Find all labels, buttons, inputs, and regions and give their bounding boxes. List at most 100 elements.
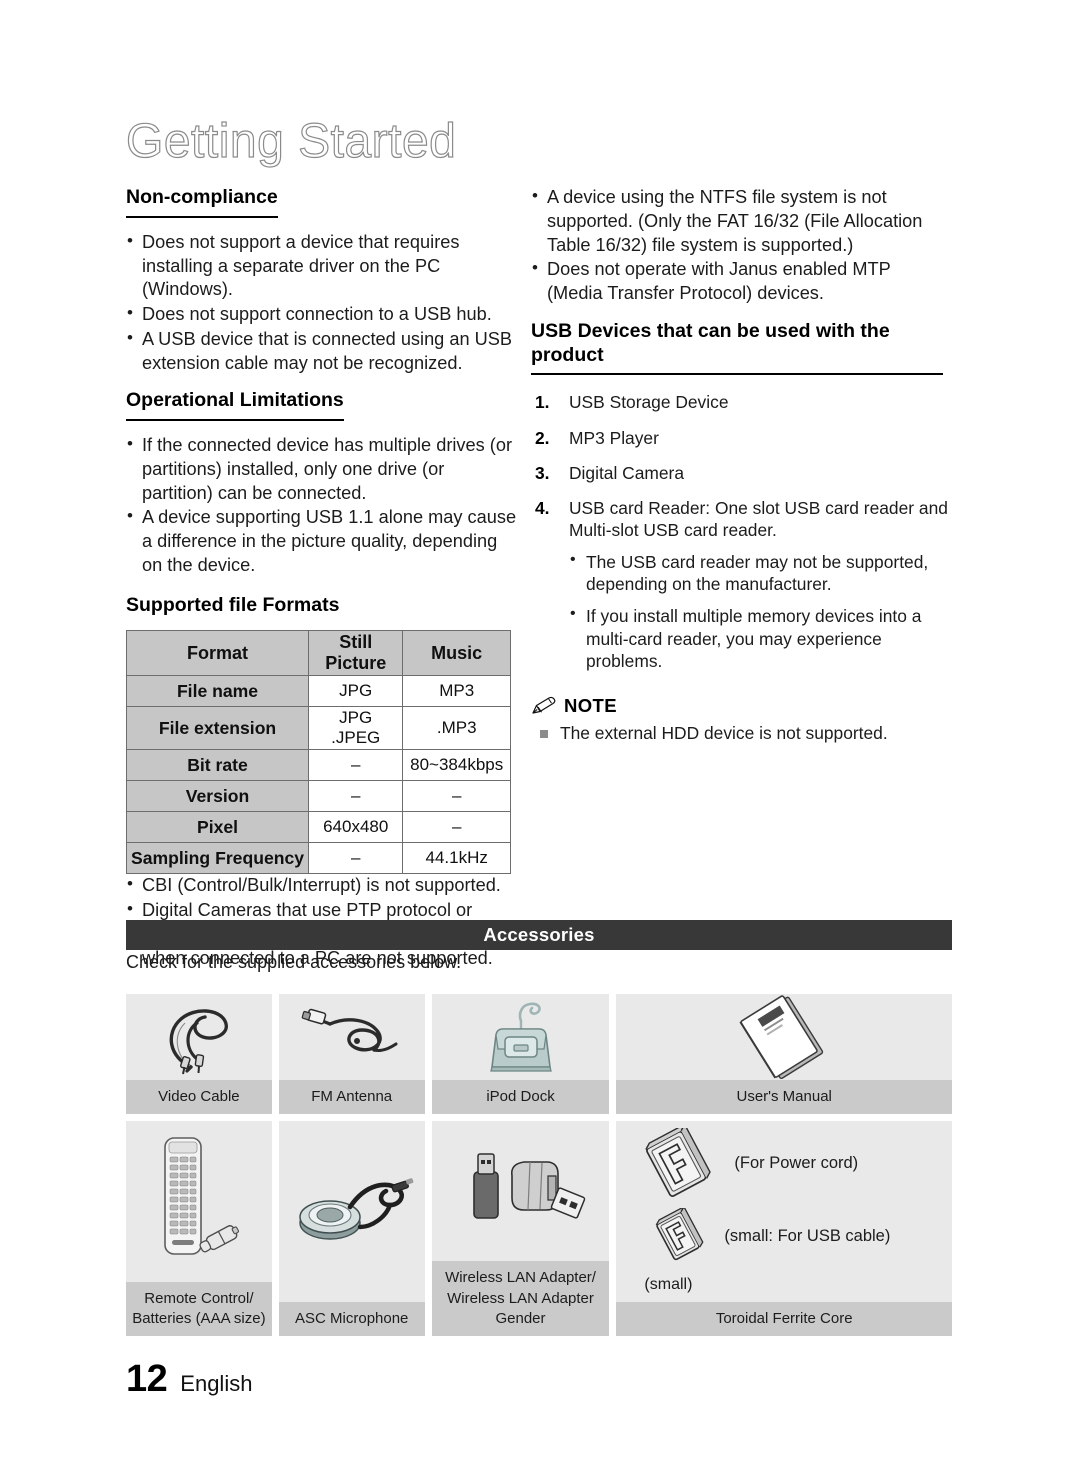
- list-item: Does not support connection to a USB hub…: [126, 302, 518, 327]
- usb-card-reader-sub-list: The USB card reader may not be supported…: [569, 550, 951, 673]
- caption-line-1: ASC Microphone: [295, 1309, 409, 1327]
- remote-control-icon: [126, 1121, 272, 1282]
- asc-microphone-icon: [279, 1121, 425, 1302]
- note-label: NOTE: [564, 694, 617, 716]
- list-item: The USB card reader may not be supported…: [569, 550, 951, 596]
- table-header-row: Format Still Picture Music: [125, 630, 511, 677]
- accessory-caption: Remote Control/ Batteries (AAA size): [126, 1281, 272, 1336]
- list-item: 2. MP3 Player: [531, 427, 951, 449]
- note-block: NOTE The external HDD device is not supp…: [531, 695, 951, 745]
- accessory-caption: User's Manual: [616, 1079, 952, 1114]
- caption-line-2: Wireless LAN Adapter Gender: [447, 1289, 594, 1327]
- note-list: The external HDD device is not supported…: [531, 722, 951, 745]
- accessories-subtitle: Check for the supplied accessories below…: [126, 952, 462, 972]
- accessory-ipod-dock: iPod Dock: [431, 994, 610, 1114]
- ferrite-small-note: (small): [644, 1276, 693, 1294]
- cell-still: –: [308, 780, 404, 813]
- page-footer: 12 English: [126, 1358, 252, 1401]
- table-row: Pixel 640x480 –: [125, 811, 511, 844]
- accessory-users-manual: User's Manual: [616, 994, 952, 1114]
- ferrite-usb-cable-row: (small: For USB cable): [640, 1208, 952, 1264]
- usb-devices-list: 1. USB Storage Device 2. MP3 Player 3. D…: [531, 391, 951, 672]
- accessory-caption: Toroidal Ferrite Core: [616, 1301, 952, 1336]
- list-item: The external HDD device is not supported…: [531, 722, 951, 745]
- supported-formats-table: Format Still Picture Music File name JPG…: [125, 630, 511, 875]
- cell-music: –: [402, 811, 511, 844]
- caption-line-1: Toroidal Ferrite Core: [715, 1309, 853, 1327]
- row-label: Bit rate: [125, 749, 310, 782]
- ipod-dock-icon: [432, 994, 610, 1080]
- cell-still: JPG .JPEG: [308, 706, 404, 751]
- column-header-format: Format: [125, 630, 310, 677]
- list-item: 3. Digital Camera: [531, 462, 951, 484]
- cell-music: MP3: [402, 675, 511, 708]
- accessories-row-2: Remote Control/ Batteries (AAA size) ASC…: [126, 1121, 952, 1336]
- caption-line-1: Remote Control/: [144, 1289, 254, 1307]
- toroidal-ferrite-core-group: (For Power cord) (small: For USB cable) …: [616, 1121, 952, 1302]
- list-text: USB Storage Device: [569, 392, 729, 413]
- column-header-still-picture: Still Picture: [308, 630, 404, 677]
- fm-antenna-icon: [279, 994, 425, 1080]
- cell-music: .MP3: [402, 706, 511, 751]
- ntfs-notes-list: A device using the NTFS file system is n…: [531, 185, 951, 306]
- list-item: If the connected device has multiple dri…: [126, 433, 518, 505]
- accessory-remote-control: Remote Control/ Batteries (AAA size): [126, 1121, 272, 1336]
- operational-limitations-heading-wrap: Operational Limitations: [126, 389, 518, 425]
- list-item: If you install multiple memory devices i…: [569, 604, 951, 673]
- wireless-lan-adapter-icon: [432, 1121, 610, 1261]
- accessory-caption: iPod Dock: [431, 1079, 610, 1114]
- accessory-toroidal-ferrite-core: (For Power cord) (small: For USB cable) …: [616, 1121, 952, 1336]
- users-manual-icon: [616, 994, 952, 1080]
- list-item: A device using the NTFS file system is n…: [531, 185, 951, 257]
- ferrite-core-large-icon: [640, 1128, 716, 1198]
- non-compliance-heading: Non-compliance: [126, 186, 278, 218]
- accessory-video-cable: Video Cable: [126, 994, 272, 1114]
- pencil-icon: [531, 696, 557, 716]
- accessories-band-title: Accessories: [483, 924, 595, 945]
- table-row: Sampling Frequency – 44.1kHz: [125, 842, 511, 875]
- operational-limitations-list: If the connected device has multiple dri…: [126, 433, 518, 578]
- row-label: Version: [125, 780, 310, 813]
- list-item: A device supporting USB 1.1 alone may ca…: [126, 505, 518, 577]
- cell-still: 640x480: [308, 811, 404, 844]
- left-column: Non-compliance Does not support a device…: [125, 186, 518, 971]
- cell-music: 44.1kHz: [402, 842, 511, 875]
- accessory-caption: Video Cable: [126, 1079, 272, 1114]
- cell-music: –: [402, 780, 511, 813]
- ferrite-usb-cable-label: (small: For USB cable): [724, 1226, 891, 1245]
- cell-still: –: [308, 842, 404, 875]
- caption-line-1: Wireless LAN Adapter/: [445, 1269, 596, 1287]
- table-row: File name JPG MP3: [125, 675, 511, 708]
- list-text: MP3 Player: [569, 427, 659, 448]
- cell-still: –: [308, 749, 404, 782]
- row-label: Sampling Frequency: [125, 842, 310, 875]
- list-item: Does not support a device that requires …: [126, 230, 518, 302]
- accessory-asc-microphone: ASC Microphone: [278, 1121, 425, 1336]
- non-compliance-heading-wrap: Non-compliance: [126, 186, 518, 222]
- supported-formats-heading: Supported file Formats: [126, 593, 340, 616]
- list-item: A USB device that is connected using an …: [126, 327, 518, 376]
- list-text: USB card Reader: One slot USB card reade…: [569, 498, 948, 541]
- row-label: Pixel: [125, 811, 310, 844]
- list-number: 2.: [535, 427, 550, 448]
- cell-still: JPG: [308, 675, 404, 708]
- accessories-grid: Video Cable FM Antenna iPod Dock User's …: [126, 994, 952, 1343]
- cell-music: 80~384kbps: [402, 749, 511, 782]
- page-language: English: [180, 1371, 253, 1396]
- note-header: NOTE: [531, 695, 951, 717]
- list-number: 4.: [535, 498, 550, 519]
- row-label: File name: [125, 675, 310, 708]
- list-item: Does not operate with Janus enabled MTP …: [531, 257, 951, 306]
- operational-limitations-heading: Operational Limitations: [126, 389, 344, 422]
- table-row: File extension JPG .JPEG .MP3: [125, 706, 511, 751]
- accessory-fm-antenna: FM Antenna: [278, 994, 425, 1114]
- video-cable-icon: [126, 994, 272, 1080]
- accessories-band: Accessories: [126, 920, 952, 950]
- accessory-caption: ASC Microphone: [278, 1301, 425, 1336]
- list-item: 4. USB card Reader: One slot USB card re…: [531, 497, 951, 673]
- column-header-music: Music: [402, 630, 511, 677]
- row-label: File extension: [125, 706, 310, 751]
- ferrite-core-small-icon: [640, 1208, 706, 1264]
- page-number: 12: [126, 1358, 168, 1400]
- accessory-caption: Wireless LAN Adapter/ Wireless LAN Adapt…: [431, 1261, 610, 1336]
